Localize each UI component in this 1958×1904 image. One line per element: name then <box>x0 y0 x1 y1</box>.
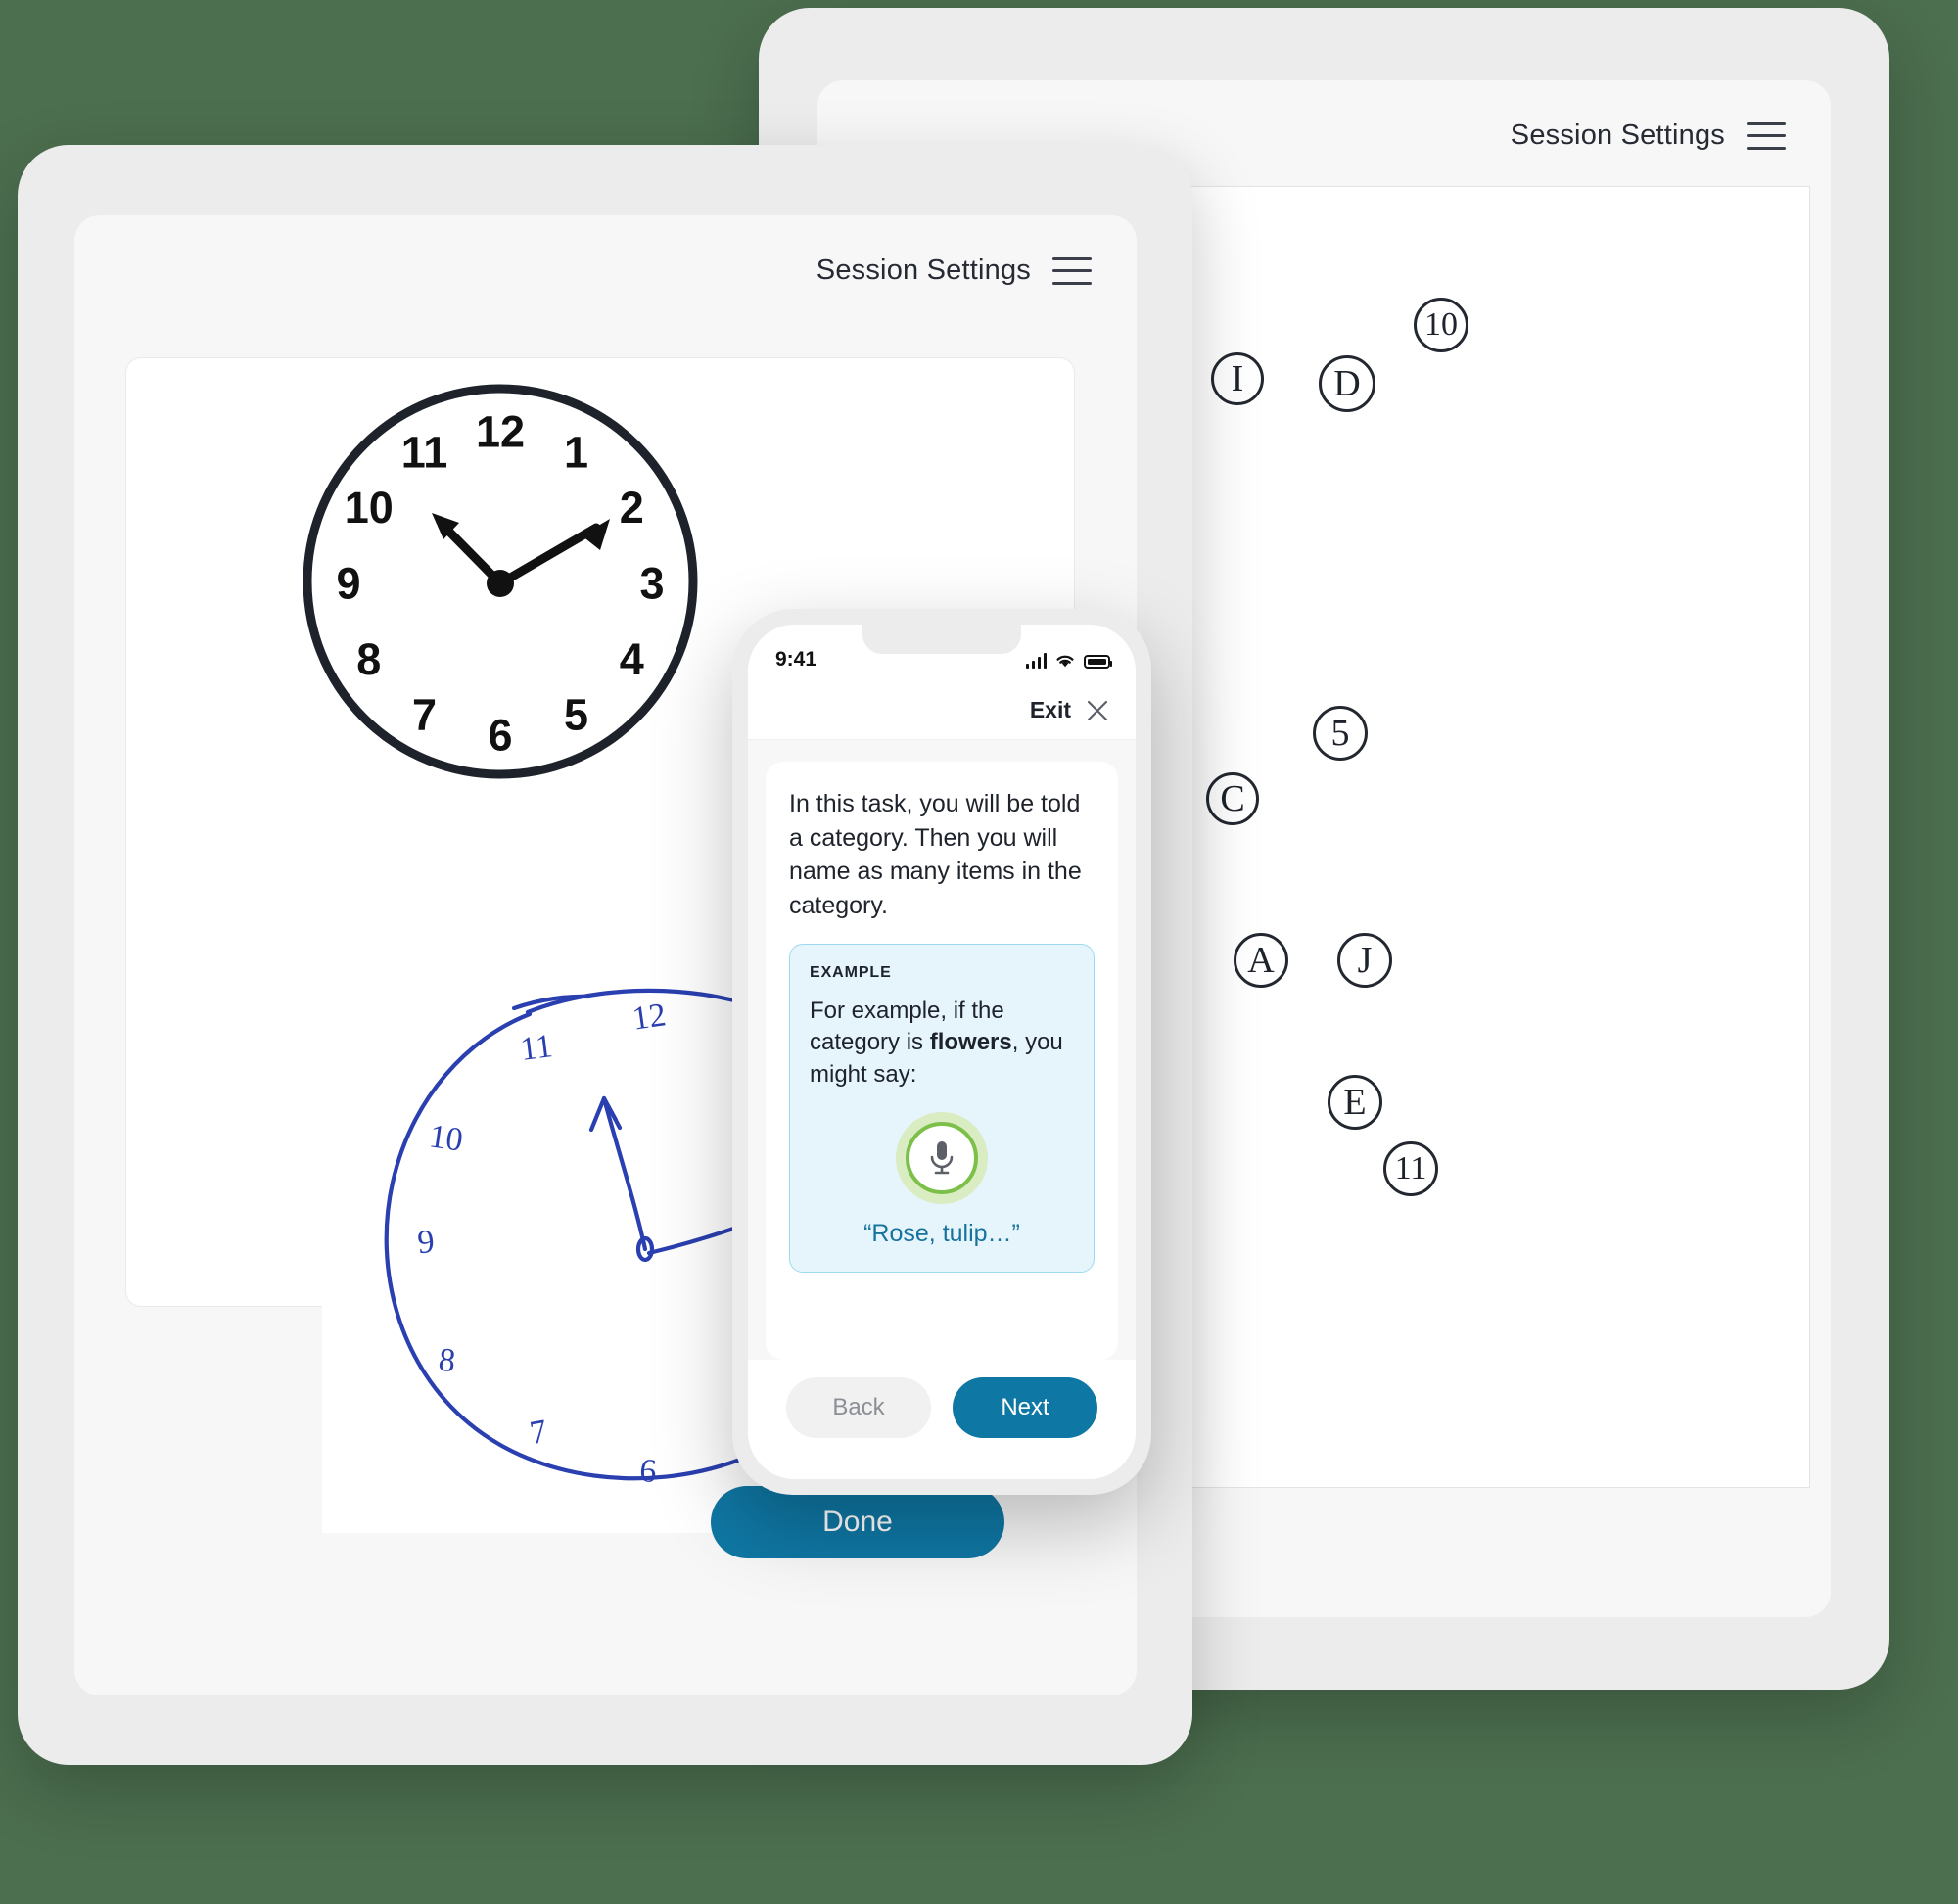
composite-device-mockup: Session Settings 10ID4B315CAJE11 Session… <box>0 0 1958 1904</box>
trail-node-D[interactable]: D <box>1319 355 1375 412</box>
status-bar-icons <box>1025 652 1112 669</box>
phone-content: In this task, you will be told a categor… <box>748 740 1136 1360</box>
trail-node-C[interactable]: C <box>1206 772 1259 825</box>
trail-node-11[interactable]: 11 <box>1383 1141 1438 1196</box>
example-quote: “Rose, tulip…” <box>863 1220 1020 1248</box>
back-button[interactable]: Back <box>786 1377 931 1438</box>
clock-numeral-9: 9 <box>336 559 360 609</box>
microphone-icon <box>930 1141 954 1175</box>
clock-numeral-7: 7 <box>412 690 437 740</box>
clock-numeral-12: 12 <box>476 407 525 457</box>
next-button[interactable]: Next <box>953 1377 1097 1438</box>
drawn-numeral-8: 8 <box>437 1342 457 1380</box>
phone-screen: 9:41 Exit In this task, you will be told… <box>748 625 1136 1479</box>
phone-footer: Back Next <box>748 1360 1136 1479</box>
phone-device: 9:41 Exit In this task, you will be told… <box>732 609 1151 1495</box>
session-settings-label-front: Session Settings <box>816 255 1031 286</box>
hamburger-icon[interactable] <box>1052 256 1092 285</box>
phone-top-bar: Exit <box>748 681 1136 740</box>
mic-demo: “Rose, tulip…” <box>810 1112 1074 1248</box>
clock-numeral-8: 8 <box>356 634 381 684</box>
trail-node-5[interactable]: 5 <box>1313 706 1368 761</box>
clock-numeral-4: 4 <box>620 634 644 684</box>
drawn-numeral-6: 6 <box>638 1453 658 1490</box>
battery-icon <box>1084 654 1112 669</box>
wifi-icon <box>1056 655 1074 667</box>
example-text: For example, if the category is flowers,… <box>810 996 1074 1091</box>
exit-button[interactable]: Exit <box>1030 697 1071 723</box>
trail-node-I[interactable]: I <box>1211 352 1264 405</box>
status-bar-time: 9:41 <box>775 648 817 671</box>
instruction-card: In this task, you will be told a categor… <box>766 762 1118 1360</box>
trail-node-10[interactable]: 10 <box>1414 298 1468 352</box>
example-tag: EXAMPLE <box>810 964 892 981</box>
session-settings-label-back: Session Settings <box>1510 119 1725 151</box>
clock-numeral-10: 10 <box>345 483 394 533</box>
hamburger-icon[interactable] <box>1747 121 1786 150</box>
mic-ring <box>906 1122 978 1195</box>
phone-notch <box>862 625 1021 654</box>
drawn-numeral-12: 12 <box>630 997 669 1037</box>
clock-numeral-2: 2 <box>620 483 644 533</box>
clock-numeral-5: 5 <box>564 690 588 740</box>
session-settings-front[interactable]: Session Settings <box>816 255 1092 287</box>
instruction-text: In this task, you will be told a categor… <box>789 790 1082 919</box>
trail-node-J[interactable]: J <box>1337 933 1392 988</box>
drawn-numeral-11: 11 <box>518 1028 554 1068</box>
close-icon[interactable] <box>1085 698 1110 723</box>
session-settings-back[interactable]: Session Settings <box>1511 119 1786 152</box>
clock-numeral-1: 1 <box>564 427 588 477</box>
example-highlight: flowers <box>929 1029 1012 1056</box>
example-card: EXAMPLE For example, if the category is … <box>789 944 1095 1274</box>
drawn-numeral-10: 10 <box>427 1118 465 1158</box>
trail-node-E[interactable]: E <box>1328 1075 1382 1130</box>
mic-button[interactable] <box>896 1112 988 1205</box>
clock-numeral-11: 11 <box>401 427 448 477</box>
drawn-numeral-7: 7 <box>527 1414 549 1452</box>
reference-clock-face: 12 12 3 45 6 78 9 1011 <box>303 384 698 779</box>
done-button[interactable]: Done <box>711 1486 1004 1558</box>
trail-node-A[interactable]: A <box>1234 933 1288 988</box>
clock-numeral-3: 3 <box>639 559 664 609</box>
drawn-numeral-9: 9 <box>416 1224 436 1261</box>
cellular-bars-icon <box>1025 652 1047 669</box>
clock-numeral-6: 6 <box>488 711 512 761</box>
